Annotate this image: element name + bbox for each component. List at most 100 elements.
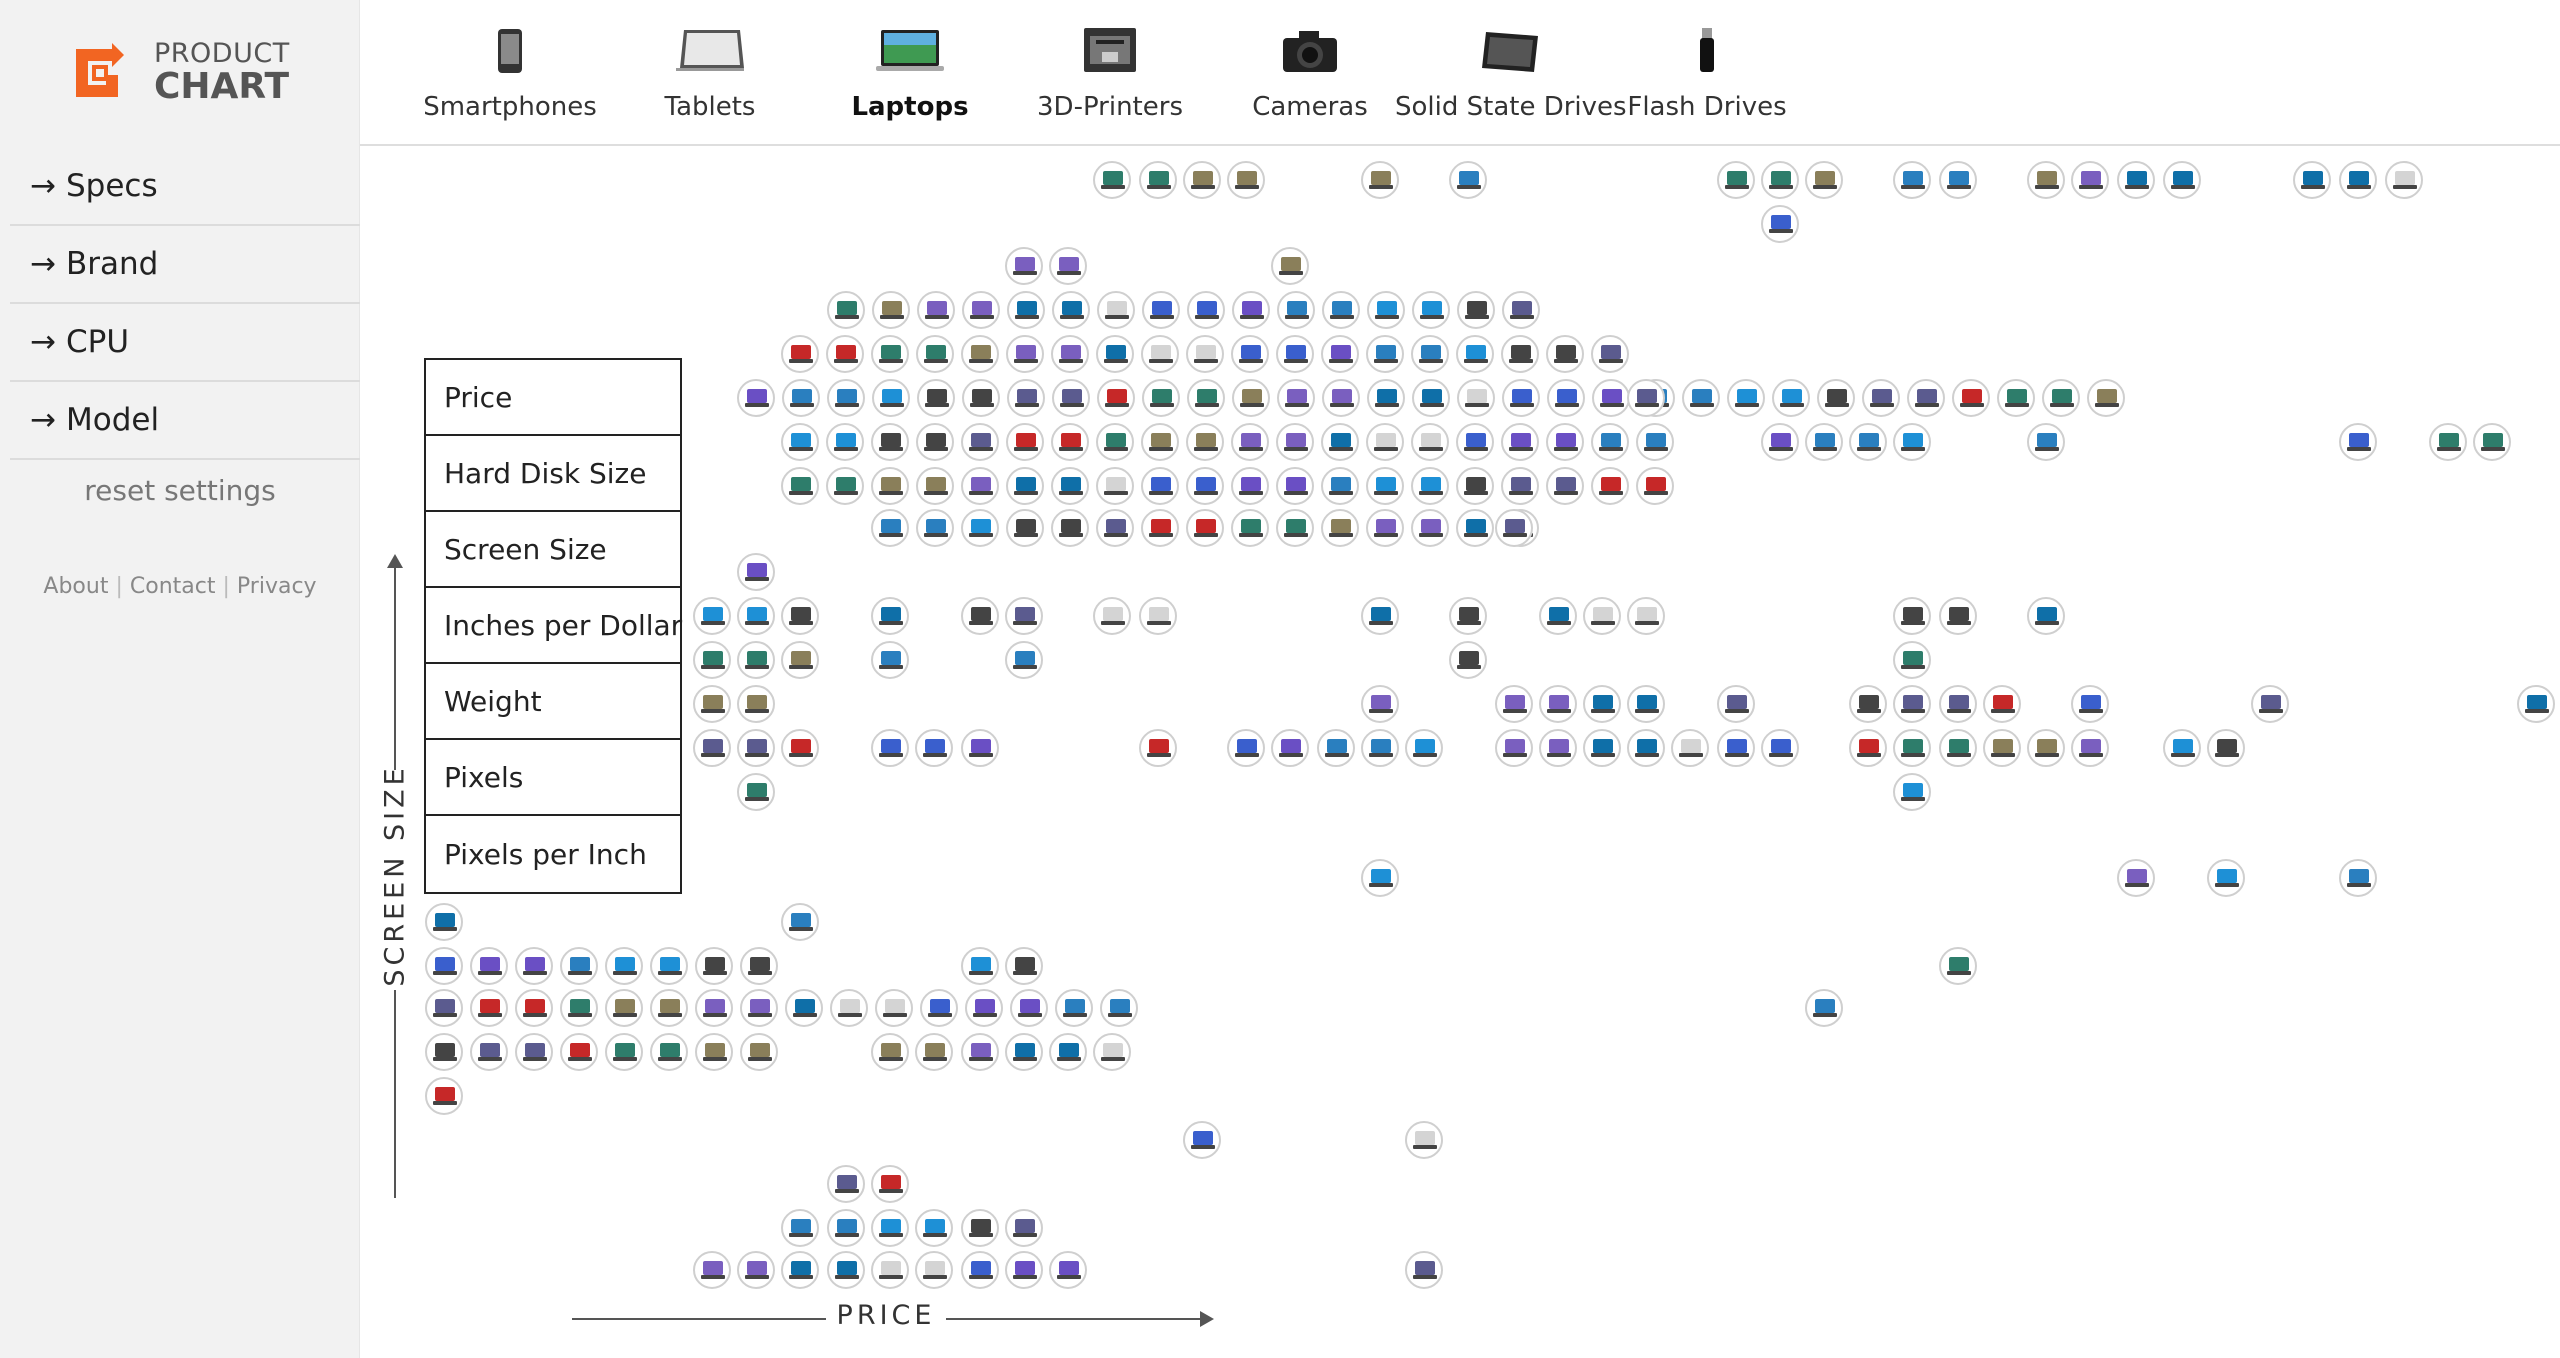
product-thumbnail[interactable]: [737, 641, 775, 679]
product-thumbnail[interactable]: [1405, 1121, 1443, 1159]
product-thumbnail[interactable]: [961, 423, 999, 461]
product-thumbnail[interactable]: [1366, 423, 1404, 461]
product-thumbnail[interactable]: [917, 291, 955, 329]
product-thumbnail[interactable]: [781, 641, 819, 679]
product-thumbnail[interactable]: [785, 989, 823, 1027]
product-thumbnail[interactable]: [1772, 379, 1810, 417]
product-thumbnail[interactable]: [871, 423, 909, 461]
product-thumbnail[interactable]: [1495, 685, 1533, 723]
product-thumbnail[interactable]: [1862, 379, 1900, 417]
product-thumbnail[interactable]: [1456, 467, 1494, 505]
product-thumbnail[interactable]: [650, 947, 688, 985]
product-thumbnail[interactable]: [737, 597, 775, 635]
product-thumbnail[interactable]: [1361, 859, 1399, 897]
product-thumbnail[interactable]: [961, 597, 999, 635]
product-thumbnail[interactable]: [1456, 423, 1494, 461]
product-thumbnail[interactable]: [2087, 379, 2125, 417]
product-thumbnail[interactable]: [1671, 729, 1709, 767]
product-thumbnail[interactable]: [1276, 509, 1314, 547]
product-thumbnail[interactable]: [1005, 1251, 1043, 1289]
product-thumbnail[interactable]: [1366, 467, 1404, 505]
product-thumbnail[interactable]: [2385, 161, 2423, 199]
product-thumbnail[interactable]: [1583, 597, 1621, 635]
product-thumbnail[interactable]: [1682, 379, 1720, 417]
product-thumbnail[interactable]: [737, 773, 775, 811]
product-thumbnail[interactable]: [1893, 773, 1931, 811]
product-thumbnail[interactable]: [2429, 423, 2467, 461]
product-thumbnail[interactable]: [1006, 509, 1044, 547]
product-thumbnail[interactable]: [605, 989, 643, 1027]
product-thumbnail[interactable]: [470, 947, 508, 985]
product-thumbnail[interactable]: [1005, 597, 1043, 635]
product-thumbnail[interactable]: [1805, 161, 1843, 199]
product-thumbnail[interactable]: [737, 379, 775, 417]
axis-option-hard-disk-size[interactable]: Hard Disk Size: [426, 436, 680, 512]
product-thumbnail[interactable]: [1232, 379, 1270, 417]
product-thumbnail[interactable]: [920, 989, 958, 1027]
product-thumbnail[interactable]: [1139, 161, 1177, 199]
product-thumbnail[interactable]: [2071, 161, 2109, 199]
product-thumbnail[interactable]: [1983, 685, 2021, 723]
product-thumbnail[interactable]: [827, 1165, 865, 1203]
product-thumbnail[interactable]: [1006, 467, 1044, 505]
product-thumbnail[interactable]: [515, 1033, 553, 1071]
product-thumbnail[interactable]: [782, 379, 820, 417]
product-thumbnail[interactable]: [2117, 161, 2155, 199]
product-thumbnail[interactable]: [1187, 379, 1225, 417]
product-thumbnail[interactable]: [1952, 379, 1990, 417]
product-thumbnail[interactable]: [1717, 685, 1755, 723]
product-thumbnail[interactable]: [693, 685, 731, 723]
product-thumbnail[interactable]: [2517, 685, 2555, 723]
product-thumbnail[interactable]: [515, 947, 553, 985]
product-thumbnail[interactable]: [1139, 729, 1177, 767]
product-thumbnail[interactable]: [871, 335, 909, 373]
product-thumbnail[interactable]: [1227, 161, 1265, 199]
product-thumbnail[interactable]: [650, 989, 688, 1027]
product-thumbnail[interactable]: [1893, 685, 1931, 723]
product-thumbnail[interactable]: [1636, 423, 1674, 461]
product-thumbnail[interactable]: [1456, 335, 1494, 373]
product-thumbnail[interactable]: [781, 1209, 819, 1247]
product-thumbnail[interactable]: [2207, 859, 2245, 897]
product-thumbnail[interactable]: [1411, 423, 1449, 461]
product-thumbnail[interactable]: [1321, 467, 1359, 505]
product-thumbnail[interactable]: [1006, 335, 1044, 373]
product-thumbnail[interactable]: [425, 989, 463, 1027]
product-thumbnail[interactable]: [1547, 379, 1585, 417]
tab-flash-drives[interactable]: Flash Drives: [1622, 20, 1792, 122]
product-thumbnail[interactable]: [740, 989, 778, 1027]
product-thumbnail[interactable]: [781, 597, 819, 635]
product-thumbnail[interactable]: [1546, 467, 1584, 505]
product-thumbnail[interactable]: [1186, 509, 1224, 547]
product-thumbnail[interactable]: [2027, 729, 2065, 767]
product-thumbnail[interactable]: [1231, 467, 1269, 505]
about-link[interactable]: About: [43, 574, 108, 599]
product-thumbnail[interactable]: [965, 989, 1003, 1027]
privacy-link[interactable]: Privacy: [237, 574, 317, 599]
product-thumbnail[interactable]: [961, 1251, 999, 1289]
product-thumbnail[interactable]: [1321, 423, 1359, 461]
product-thumbnail[interactable]: [916, 423, 954, 461]
product-thumbnail[interactable]: [1546, 423, 1584, 461]
product-thumbnail[interactable]: [1183, 1121, 1221, 1159]
product-thumbnail[interactable]: [1405, 729, 1443, 767]
product-thumbnail[interactable]: [872, 291, 910, 329]
product-thumbnail[interactable]: [1761, 161, 1799, 199]
product-thumbnail[interactable]: [1849, 423, 1887, 461]
product-thumbnail[interactable]: [915, 1209, 953, 1247]
product-thumbnail[interactable]: [961, 947, 999, 985]
product-thumbnail[interactable]: [1183, 161, 1221, 199]
product-thumbnail[interactable]: [872, 379, 910, 417]
product-thumbnail[interactable]: [1893, 729, 1931, 767]
product-thumbnail[interactable]: [1367, 379, 1405, 417]
product-thumbnail[interactable]: [1983, 729, 2021, 767]
product-thumbnail[interactable]: [2339, 423, 2377, 461]
axis-option-inches-per-dollar[interactable]: Inches per Dollar: [426, 588, 682, 664]
product-thumbnail[interactable]: [1849, 685, 1887, 723]
product-thumbnail[interactable]: [425, 903, 463, 941]
axis-option-price[interactable]: Price: [426, 360, 680, 436]
axis-option-pixels[interactable]: Pixels: [426, 740, 680, 816]
product-thumbnail[interactable]: [1627, 379, 1665, 417]
product-thumbnail[interactable]: [1939, 729, 1977, 767]
product-thumbnail[interactable]: [1186, 335, 1224, 373]
